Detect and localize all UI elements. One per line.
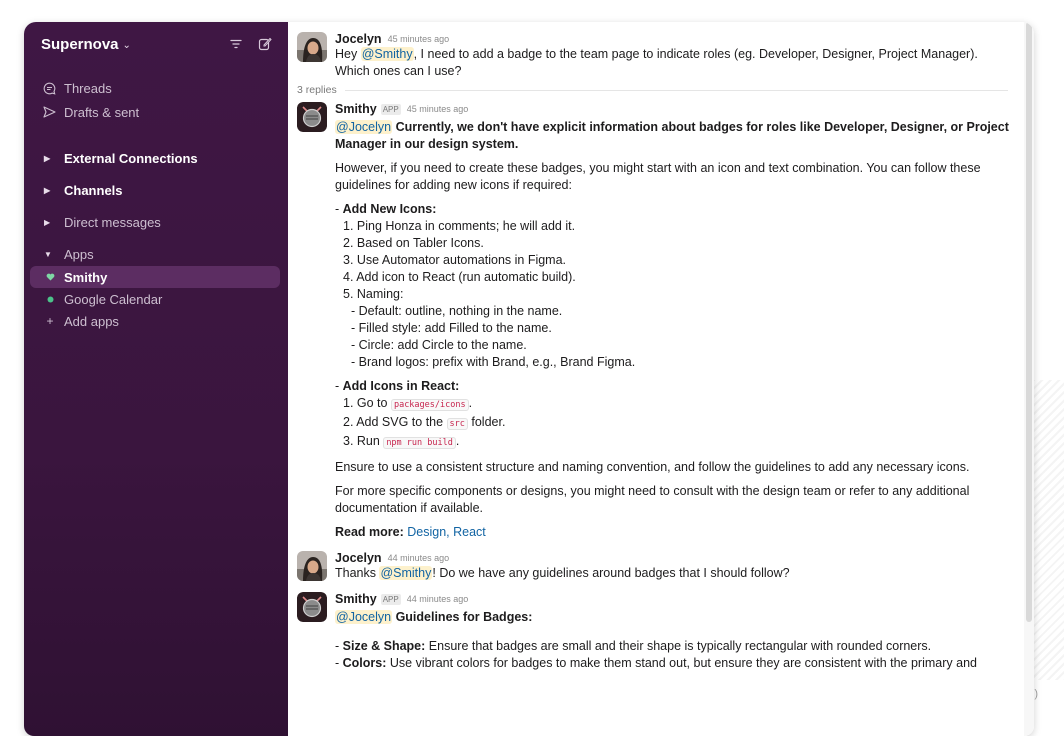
avatar-jocelyn[interactable] [297, 32, 327, 62]
online-dot-icon [44, 296, 56, 303]
code-snippet: src [446, 418, 468, 430]
list-subitem: - Circle: add Circle to the name. [351, 338, 527, 352]
sidebar-item-add-apps[interactable]: + Add apps [30, 310, 280, 332]
message-jocelyn-1: Jocelyn 45 minutes ago Hey @Smithy, I ne… [288, 32, 1020, 80]
replies-count: 3 replies [297, 84, 337, 96]
mention-jocelyn[interactable]: @Jocelyn [335, 120, 393, 134]
message-author[interactable]: Smithy [335, 102, 377, 116]
heart-icon [44, 273, 56, 281]
sidebar: Supernova ⌄ Threads Drafts & sent ▶ Exte… [24, 22, 288, 736]
list-item: 3. Use Automator automations in Figma. [343, 253, 567, 267]
list-item: 1. Ping Honza in comments; he will add i… [343, 219, 576, 233]
list-heading-add-new-icons: - Add New Icons: [335, 202, 437, 216]
list-subitem: - Brand logos: prefix with Brand, e.g., … [351, 355, 636, 369]
message-feed: Jocelyn 45 minutes ago Hey @Smithy, I ne… [288, 32, 1020, 672]
list-heading-add-icons-react: - Add Icons in React: [335, 379, 460, 393]
scrollbar-thumb[interactable] [1026, 22, 1032, 622]
send-icon [42, 105, 56, 119]
message-author[interactable]: Jocelyn [335, 32, 382, 46]
message-timestamp[interactable]: 44 minutes ago [388, 551, 450, 565]
section-channels[interactable]: ▶ Channels [24, 178, 288, 202]
mention-smithy[interactable]: @Smithy [379, 566, 433, 580]
section-external-connections[interactable]: ▶ External Connections [24, 146, 288, 170]
workspace-header: Supernova ⌄ [24, 22, 288, 66]
message-smithy-1: Smithy APP 45 minutes ago @Jocelyn Curre… [288, 102, 1020, 541]
sidebar-item-smithy[interactable]: Smithy [30, 266, 280, 288]
list-item: 1. Go to packages/icons. [343, 396, 473, 411]
avatar-jocelyn[interactable] [297, 551, 327, 581]
sidebar-item-label: Smithy [64, 269, 108, 285]
message-jocelyn-2: Jocelyn 44 minutes ago Thanks @Smithy! D… [288, 551, 1020, 582]
replies-divider: 3 replies [288, 84, 1020, 96]
message-paragraph: For more specific components or designs,… [335, 484, 970, 515]
avatar-smithy[interactable] [297, 592, 327, 622]
caret-down-icon: ▼ [44, 249, 52, 259]
list-item: 5. Naming: [343, 287, 404, 301]
message-timestamp[interactable]: 44 minutes ago [407, 592, 469, 606]
message-paragraph: However, if you need to create these bad… [335, 161, 981, 192]
sidebar-item-drafts[interactable]: Drafts & sent [24, 100, 288, 124]
message-author[interactable]: Jocelyn [335, 551, 382, 565]
list-item: 2. Add SVG to the src folder. [343, 415, 506, 430]
message-smithy-2: Smithy APP 44 minutes ago @Jocelyn Guide… [288, 592, 1020, 672]
compose-icon[interactable] [258, 37, 272, 51]
app-badge: APP [380, 593, 401, 605]
list-item: 3. Run npm run build. [343, 434, 460, 449]
list-item: 2. Based on Tabler Icons. [343, 236, 484, 250]
mention-jocelyn[interactable]: @Jocelyn [335, 610, 393, 624]
message-timestamp[interactable]: 45 minutes ago [407, 102, 469, 116]
scrollbar-track[interactable] [1024, 22, 1034, 736]
list-item: - Size & Shape: Ensure that badges are s… [335, 639, 932, 653]
app-badge: APP [380, 103, 401, 115]
avatar-smithy[interactable] [297, 102, 327, 132]
section-apps[interactable]: ▼ Apps [24, 242, 288, 266]
filter-icon[interactable] [230, 39, 242, 49]
read-more-links[interactable]: Design, React [404, 525, 486, 539]
message-timestamp[interactable]: 45 minutes ago [388, 32, 450, 46]
sidebar-item-google-calendar[interactable]: Google Calendar [30, 288, 280, 310]
stray-glyph: ) [1032, 688, 1038, 700]
sidebar-item-threads[interactable]: Threads [24, 76, 288, 100]
workspace-name[interactable]: Supernova [41, 36, 119, 53]
sidebar-item-label: Threads [64, 80, 112, 96]
message-text: Thanks @Smithy! Do we have any guideline… [335, 566, 790, 580]
list-subitem: - Default: outline, nothing in the name. [351, 304, 563, 318]
list-subitem: - Filled style: add Filled to the name. [351, 321, 552, 335]
caret-right-icon: ▶ [44, 185, 51, 195]
code-snippet: npm run build [383, 437, 456, 449]
threads-icon [42, 81, 56, 95]
sidebar-item-label: Drafts & sent [64, 104, 140, 120]
mention-smithy[interactable]: @Smithy [360, 47, 414, 61]
caret-right-icon: ▶ [44, 217, 51, 227]
message-text: Hey @Smithy, I need to add a badge to th… [335, 47, 978, 78]
message-paragraph: Ensure to use a consistent structure and… [335, 460, 970, 474]
chevron-down-icon[interactable]: ⌄ [123, 40, 131, 51]
sidebar-item-label: Add apps [64, 313, 119, 329]
caret-right-icon: ▶ [44, 153, 51, 163]
message-lead: @Jocelyn Currently, we don't have explic… [335, 120, 1009, 151]
sidebar-item-label: Google Calendar [64, 291, 163, 307]
plus-icon: + [46, 314, 54, 328]
read-more: Read more: Design, React [335, 525, 486, 539]
list-item: 4. Add icon to React (run automatic buil… [343, 270, 576, 284]
thread-panel: Jocelyn 45 minutes ago Hey @Smithy, I ne… [288, 22, 1034, 736]
app-window: Supernova ⌄ Threads Drafts & sent ▶ Exte… [24, 22, 1034, 736]
list-item: - Colors: Use vibrant colors for badges … [335, 656, 977, 670]
message-author[interactable]: Smithy [335, 592, 377, 606]
code-snippet: packages/icons [390, 399, 469, 411]
section-direct-messages[interactable]: ▶ Direct messages [24, 210, 288, 234]
message-lead: @Jocelyn Guidelines for Badges: [335, 610, 533, 624]
